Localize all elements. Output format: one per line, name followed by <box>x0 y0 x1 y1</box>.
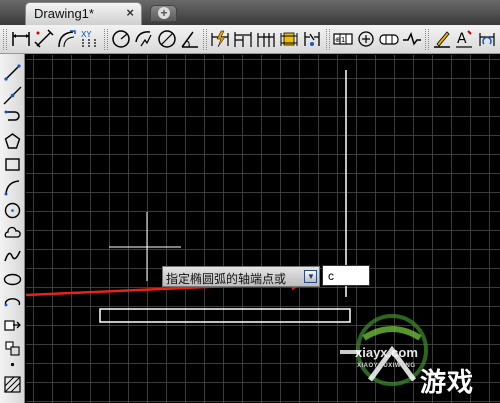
dim-break-icon[interactable] <box>301 28 323 50</box>
arc-icon[interactable] <box>2 177 23 198</box>
radius-dim-icon[interactable] <box>110 28 132 50</box>
tolerance-icon[interactable]: ⊕1 <box>332 28 354 50</box>
toolbar-separator <box>203 29 207 50</box>
close-tab-icon[interactable]: × <box>126 5 134 20</box>
dimension-toolbar: XY ⊕1 A <box>0 25 500 54</box>
polyline-icon[interactable] <box>2 108 23 129</box>
watermark-domain: xiayx.com <box>355 345 418 360</box>
svg-text:A: A <box>457 31 467 47</box>
svg-text:XY: XY <box>81 30 91 39</box>
input-value: c <box>328 269 334 283</box>
aligned-dim-icon[interactable] <box>33 28 55 50</box>
document-tab-bar: Drawing1* × + <box>0 0 500 25</box>
construction-line-icon[interactable] <box>2 85 23 106</box>
spline-icon[interactable] <box>2 246 23 267</box>
baseline-dim-icon[interactable] <box>232 28 254 50</box>
revision-cloud-icon[interactable] <box>2 223 23 244</box>
diameter-dim-icon[interactable] <box>156 28 178 50</box>
ellipse-arc-icon[interactable] <box>2 292 23 313</box>
ordinate-dim-icon[interactable]: XY <box>79 28 101 50</box>
rectangle-icon[interactable] <box>2 154 23 175</box>
inspection-icon[interactable] <box>378 28 400 50</box>
dim-text-edit-icon[interactable]: A <box>453 28 475 50</box>
command-prompt-tooltip: 指定椭圆弧的轴端点或 ▼ <box>162 266 320 287</box>
arc-length-dim-icon[interactable] <box>56 28 78 50</box>
plus-icon: + <box>158 7 170 19</box>
quick-dim-icon[interactable] <box>209 28 231 50</box>
options-dropdown-icon[interactable]: ▼ <box>304 270 317 283</box>
toolbar-grip[interactable] <box>3 29 7 50</box>
toolbar-separator <box>104 29 108 50</box>
dim-update-icon[interactable] <box>476 28 498 50</box>
jogged-dim-icon[interactable] <box>133 28 155 50</box>
new-tab-button[interactable]: + <box>150 5 177 22</box>
tab-label: Drawing1* <box>34 6 94 21</box>
ellipse-icon[interactable] <box>2 269 23 290</box>
chevron-down-icon: ▼ <box>307 272 315 281</box>
watermark-brand: 游戏 <box>420 367 475 397</box>
center-mark-icon[interactable] <box>355 28 377 50</box>
hatch-icon[interactable] <box>2 374 23 395</box>
insert-block-icon[interactable] <box>2 315 23 336</box>
svg-text:⊕1: ⊕1 <box>335 36 345 44</box>
circle-icon[interactable] <box>2 200 23 221</box>
angular-dim-icon[interactable] <box>179 28 201 50</box>
dim-edit-icon[interactable] <box>431 28 453 50</box>
toolbar-separator <box>425 29 429 50</box>
line-icon[interactable] <box>2 62 23 83</box>
jogged-linear-icon[interactable] <box>401 28 423 50</box>
watermark-subtitle: XIAOYOUXIWANG <box>357 363 416 369</box>
point-icon[interactable] <box>2 354 23 375</box>
tab-drawing1[interactable]: Drawing1* × <box>25 2 142 25</box>
dim-space-icon[interactable] <box>278 28 300 50</box>
dynamic-input-field[interactable]: c <box>322 265 370 286</box>
toolbar-separator <box>326 29 330 50</box>
prompt-text: 指定椭圆弧的轴端点或 <box>166 272 287 286</box>
polygon-icon[interactable] <box>2 131 23 152</box>
draw-toolbar <box>0 54 25 403</box>
continue-dim-icon[interactable] <box>255 28 277 50</box>
linear-dim-icon[interactable] <box>10 28 32 50</box>
